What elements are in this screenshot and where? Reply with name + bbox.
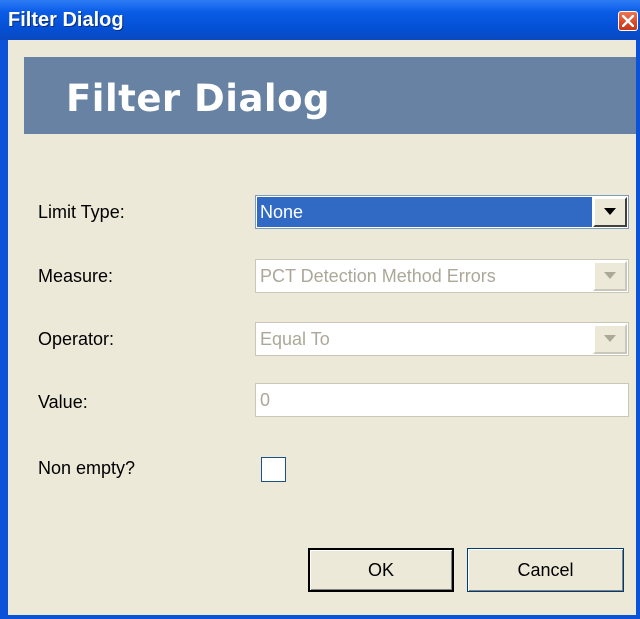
operator-label: Operator: — [38, 329, 115, 349]
measure-dropdown[interactable]: PCT Detection Method Errors — [255, 259, 629, 293]
close-icon — [622, 15, 634, 27]
operator-value: Equal To — [260, 329, 330, 349]
window-title: Filter Dialog — [8, 9, 124, 31]
cancel-button[interactable]: Cancel — [467, 548, 624, 592]
operator-dropdown-button[interactable] — [593, 324, 627, 354]
value-label: Value: — [38, 392, 88, 412]
title-bar[interactable]: Filter Dialog — [0, 0, 640, 40]
ok-button[interactable]: OK — [308, 548, 454, 592]
filter-dialog-window: Filter Dialog Filter Dialog Limit Type: … — [0, 0, 640, 619]
chevron-down-icon — [604, 335, 616, 342]
non-empty-label: Non empty? — [38, 458, 136, 478]
limit-type-value: None — [257, 197, 592, 227]
operator-dropdown[interactable]: Equal To — [255, 322, 629, 356]
measure-label: Measure: — [38, 266, 114, 286]
banner-title: Filter Dialog — [66, 77, 331, 120]
close-button[interactable] — [618, 11, 638, 31]
limit-type-label: Limit Type: — [38, 202, 125, 222]
measure-dropdown-button[interactable] — [593, 261, 627, 291]
value-input-text: 0 — [260, 390, 271, 410]
limit-type-dropdown[interactable]: None — [255, 195, 629, 229]
limit-type-dropdown-button[interactable] — [593, 197, 627, 227]
measure-value: PCT Detection Method Errors — [260, 266, 496, 286]
dialog-banner: Filter Dialog — [24, 57, 636, 134]
dialog-body: Filter Dialog Limit Type: None Measure: … — [8, 40, 636, 615]
value-input[interactable]: 0 — [255, 383, 629, 417]
chevron-down-icon — [604, 208, 616, 215]
chevron-down-icon — [604, 272, 616, 279]
non-empty-checkbox[interactable] — [261, 457, 286, 482]
